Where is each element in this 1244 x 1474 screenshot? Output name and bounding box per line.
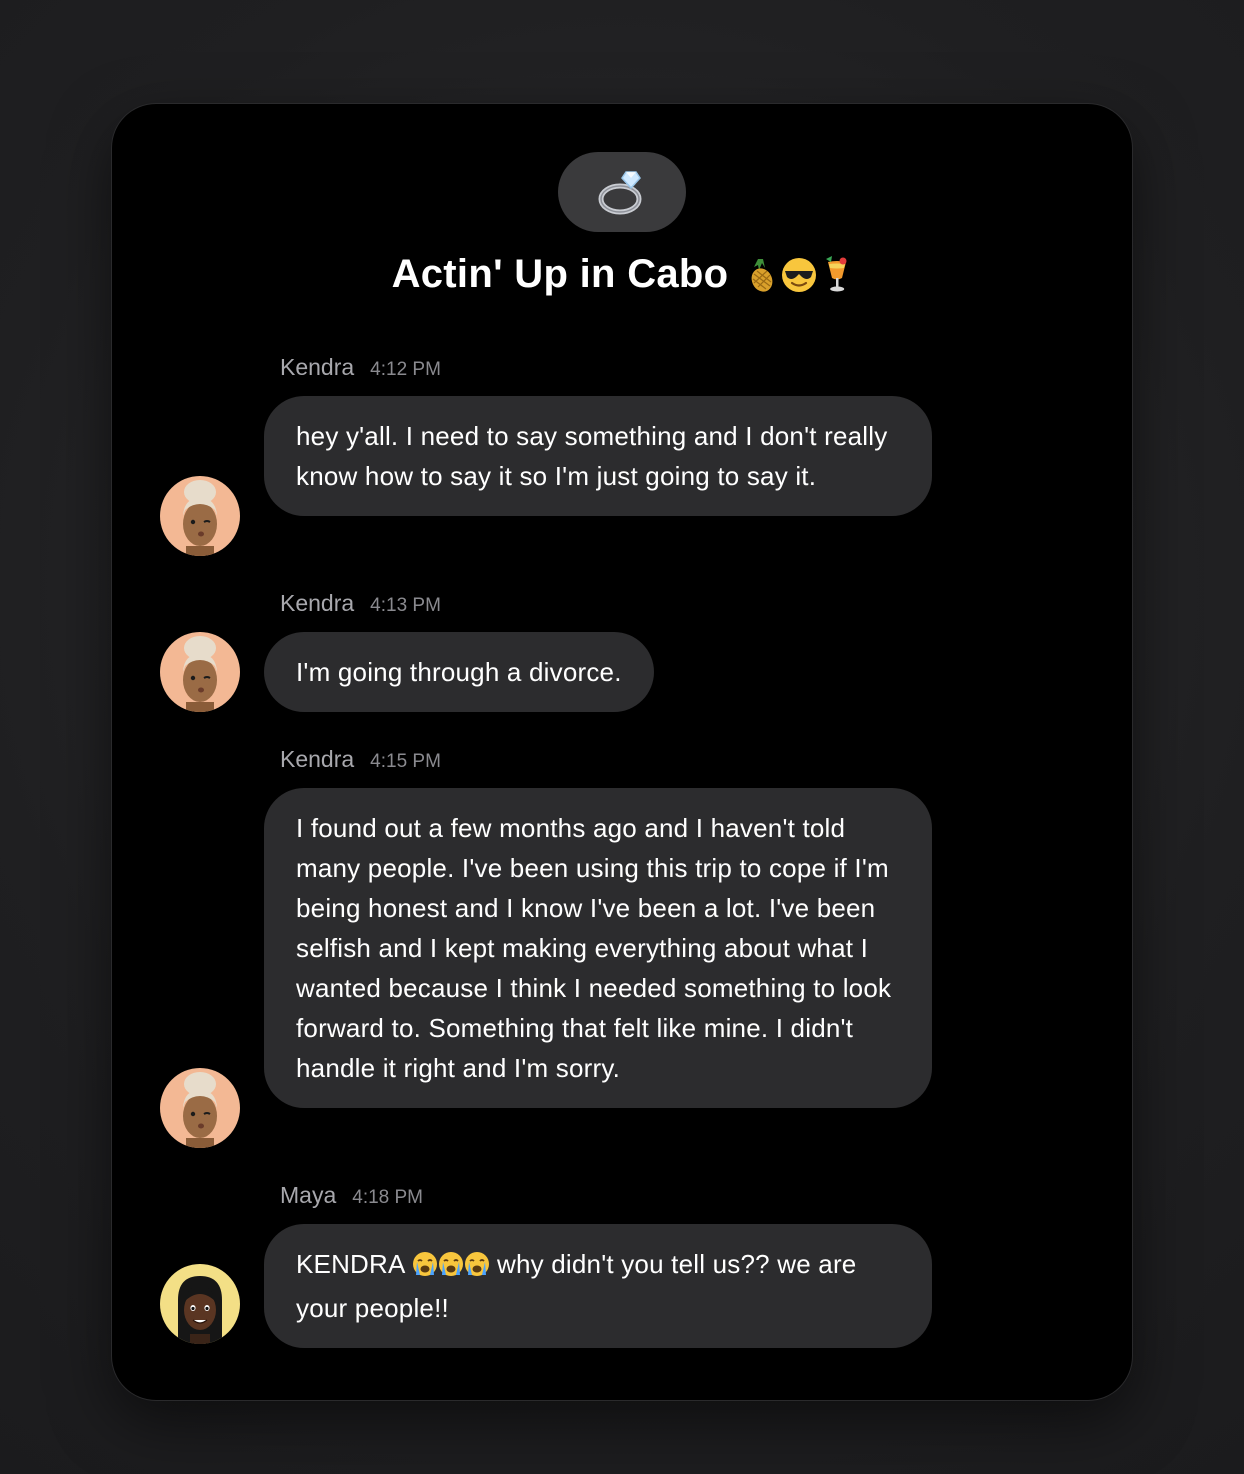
timestamp: 4:18 PM <box>352 1187 424 1208</box>
title-emojis <box>742 255 852 294</box>
message-meta: Kendra 4:15 PM <box>280 746 441 773</box>
kendra-avatar[interactable] <box>160 1068 240 1148</box>
message-text: I found out a few months ago and I haven… <box>296 813 892 1083</box>
crying-face-icon <box>412 1248 438 1288</box>
group-avatar[interactable] <box>558 152 686 232</box>
message-text-prefix: KENDRA <box>296 1249 405 1279</box>
message-meta: Kendra 4:12 PM <box>280 354 441 381</box>
crying-face-icon <box>438 1248 464 1288</box>
kendra-avatar[interactable] <box>160 632 240 712</box>
message-bubble[interactable]: I'm going through a divorce. <box>264 632 654 712</box>
sender-name: Kendra <box>280 590 355 616</box>
kendra-avatar[interactable] <box>160 476 240 556</box>
message-bubble[interactable]: KENDRA why didn't you tell us?? we are y… <box>264 1224 932 1348</box>
message-text: hey y'all. I need to say something and I… <box>296 421 888 491</box>
crying-face-icon <box>464 1248 490 1288</box>
message-meta: Kendra 4:13 PM <box>280 590 441 617</box>
message-meta: Maya 4:18 PM <box>280 1182 423 1209</box>
sender-name: Maya <box>280 1182 337 1208</box>
sender-name: Kendra <box>280 746 355 772</box>
tropical-drink-icon <box>826 255 847 291</box>
timestamp: 4:13 PM <box>370 595 441 616</box>
group-title[interactable]: Actin' Up in Cabo <box>112 252 1132 297</box>
ring-icon <box>598 171 642 215</box>
maya-avatar[interactable] <box>160 1264 240 1344</box>
pineapple-icon <box>752 258 773 292</box>
sunglasses-face-icon <box>782 257 817 292</box>
group-title-text: Actin' Up in Cabo <box>391 252 729 296</box>
message-bubble[interactable]: hey y'all. I need to say something and I… <box>264 396 932 516</box>
message-text: I'm going through a divorce. <box>296 657 622 687</box>
message-bubble[interactable]: I found out a few months ago and I haven… <box>264 788 932 1108</box>
timestamp: 4:12 PM <box>370 359 441 380</box>
chat-window: Actin' Up in Cabo Kendra 4:12 PM hey y'a… <box>112 104 1132 1400</box>
timestamp: 4:15 PM <box>370 751 441 772</box>
sender-name: Kendra <box>280 354 355 380</box>
